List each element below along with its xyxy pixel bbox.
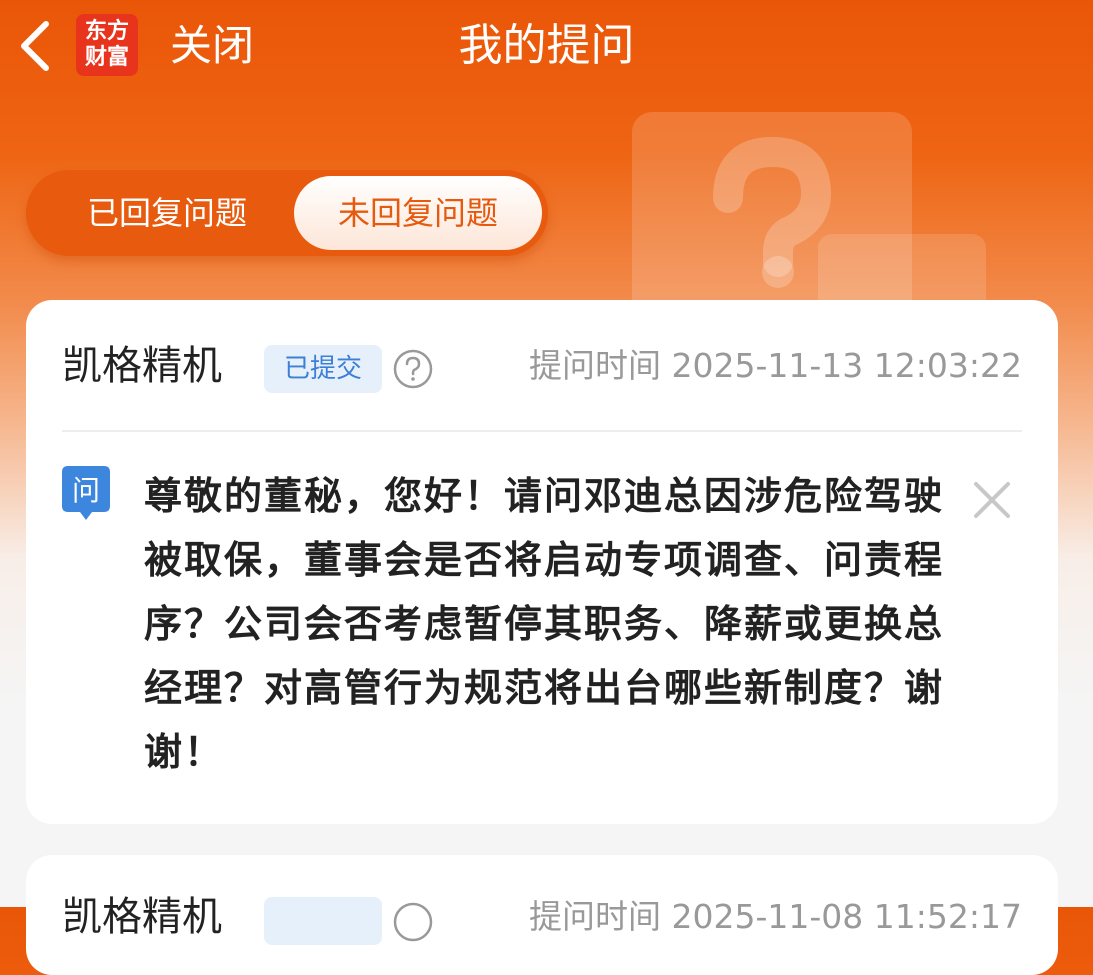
tab-replied[interactable]: 已回复问题 xyxy=(42,176,292,250)
question-badge-label: 问 xyxy=(72,474,100,507)
tab-switch: 已回复问题 未回复问题 xyxy=(26,170,548,256)
status-badge: 已提交 xyxy=(264,345,382,393)
question-card[interactable]: 凯格精机 已提交 提问时间 2025-11-13 12:03:22 问 尊敬的董… xyxy=(26,300,1058,824)
close-icon[interactable] xyxy=(970,478,1014,522)
tab-unreplied[interactable]: 未回复问题 xyxy=(294,176,542,250)
company-name: 凯格精机 xyxy=(62,894,222,940)
question-text: 尊敬的董秘，您好！请问邓迪总因涉危险驾驶被取保，董事会是否将启动专项调查、问责程… xyxy=(144,474,945,774)
question-badge-icon: 问 xyxy=(62,466,110,520)
status-badge xyxy=(264,897,382,945)
question-time: 提问时间 2025-11-08 11:52:17 xyxy=(529,897,1022,936)
question-time: 提问时间 2025-11-13 12:03:22 xyxy=(529,346,1022,385)
page-title: 我的提问 xyxy=(458,20,635,71)
help-circle-icon[interactable] xyxy=(392,901,434,943)
help-circle-icon[interactable] xyxy=(392,348,434,390)
company-name: 凯格精机 xyxy=(62,343,222,389)
header-bar: 东方 财富 关闭 我的提问 xyxy=(0,0,1093,100)
question-card[interactable]: 凯格精机 提问时间 2025-11-08 11:52:17 xyxy=(26,855,1058,975)
divider xyxy=(62,430,1022,432)
